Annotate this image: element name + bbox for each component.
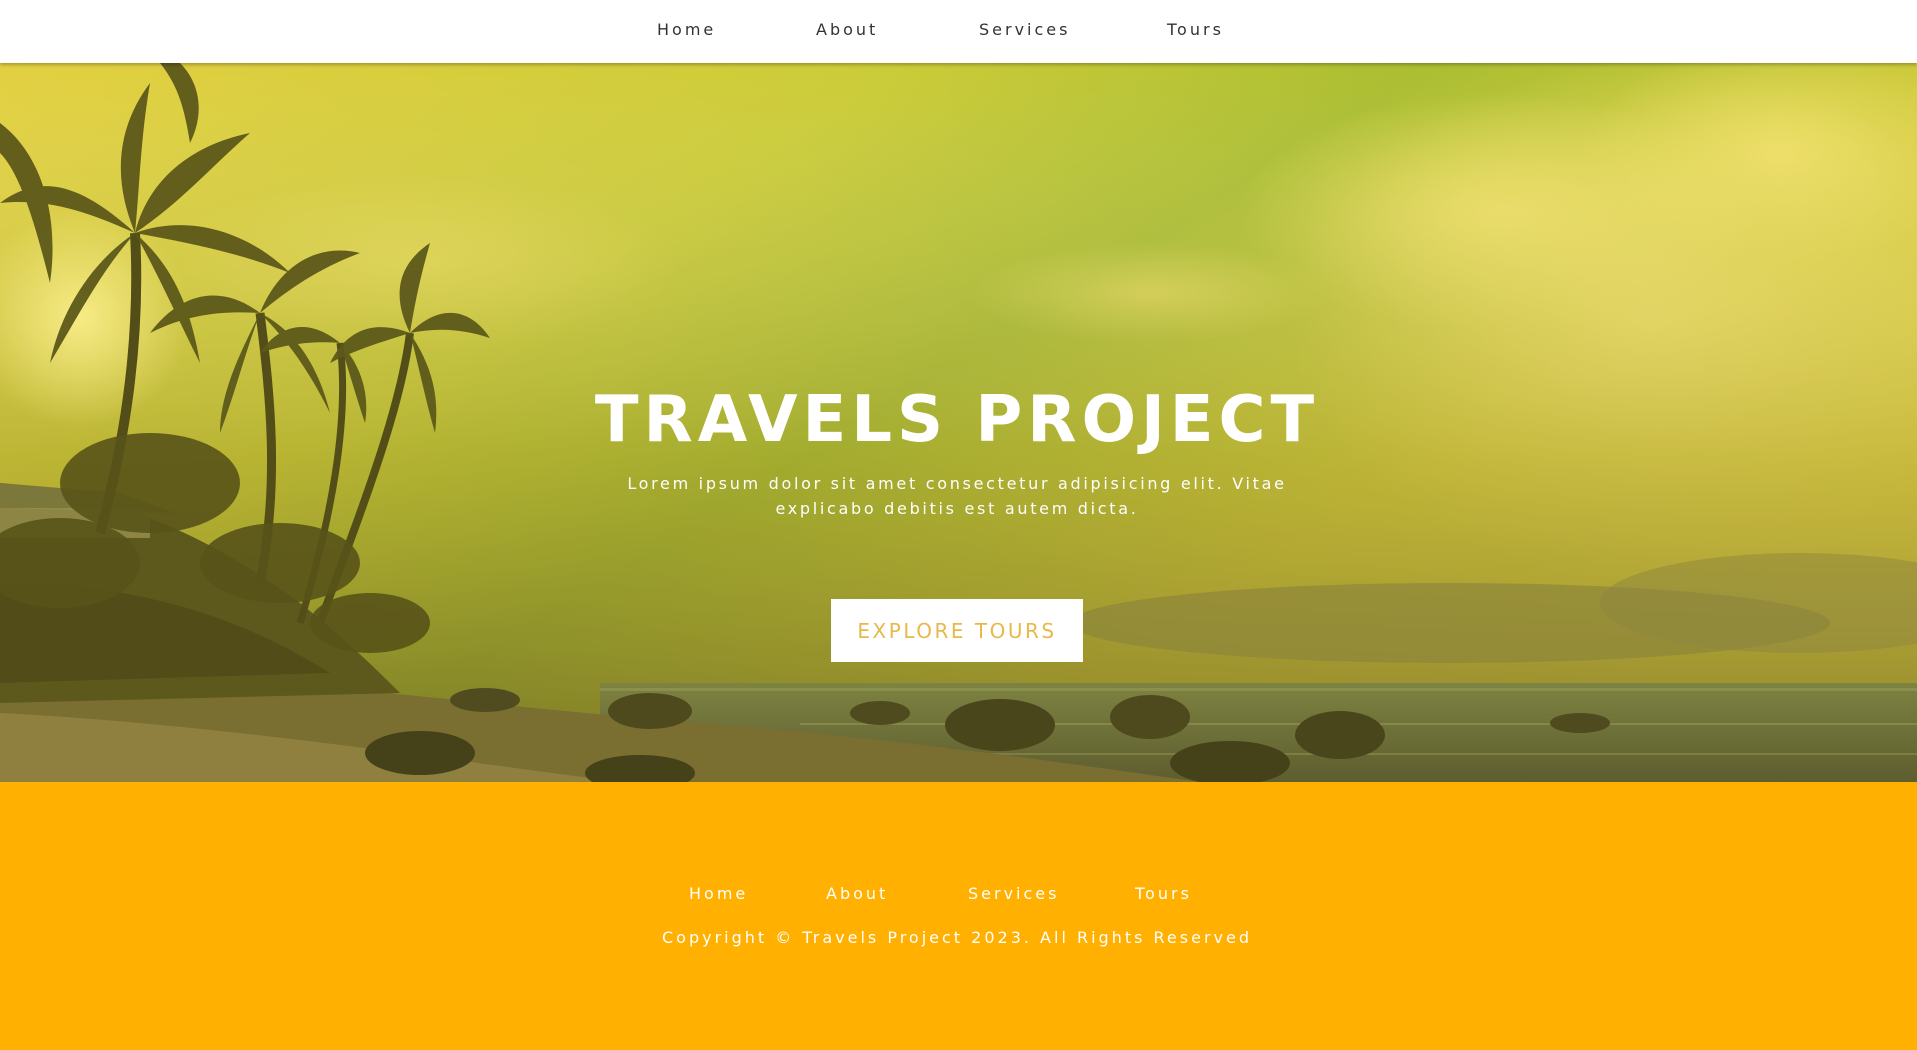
footer-link-home[interactable]: Home (689, 884, 748, 903)
top-navbar: Home About Services Tours (0, 0, 1917, 63)
footer-link-tours[interactable]: Tours (1135, 884, 1192, 903)
nav-link-about[interactable]: About (816, 20, 878, 39)
hero-description: Lorem ipsum dolor sit amet consectetur a… (627, 474, 1287, 518)
nav-link-home[interactable]: Home (657, 20, 716, 39)
nav-link-tours[interactable]: Tours (1167, 20, 1224, 39)
hero-section: TRAVELS PROJECT Lorem ipsum dolor sit am… (0, 63, 1917, 782)
hero-title: TRAVELS PROJECT (594, 383, 1320, 457)
explore-tours-button[interactable]: EXPLORE TOURS (831, 599, 1083, 662)
footer-link-services[interactable]: Services (968, 884, 1059, 903)
footer: Home About Services Tours Copyright © Tr… (0, 782, 1917, 1050)
nav-link-services[interactable]: Services (979, 20, 1070, 39)
top-nav-list: Home About Services Tours (0, 20, 1917, 44)
copyright-text: Copyright © Travels Project 2023. All Ri… (662, 928, 1252, 947)
footer-nav-list: Home About Services Tours (0, 884, 1917, 908)
footer-link-about[interactable]: About (826, 884, 888, 903)
